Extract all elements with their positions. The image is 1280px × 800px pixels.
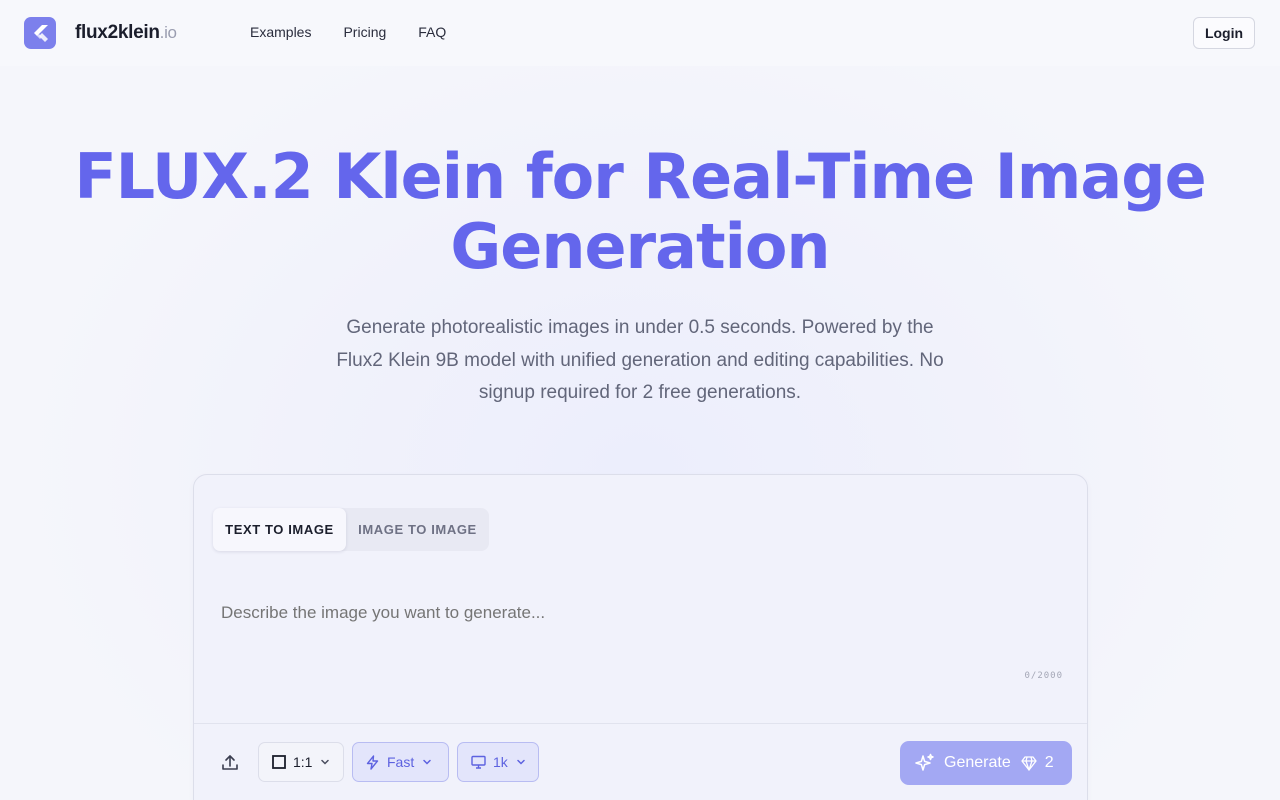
char-counter: 0/2000 [1024,671,1063,681]
generate-button[interactable]: Generate 2 [900,741,1072,785]
nav-link-examples[interactable]: Examples [250,24,311,40]
nav-link-faq[interactable]: FAQ [418,24,446,40]
prompt-input[interactable] [221,603,1061,623]
hero-title-line-1: FLUX.2 Klein for Real-Time Image [74,140,1206,213]
sparkles-icon [915,753,935,773]
logo-suffix: .io [159,23,177,42]
main-nav: Examples Pricing FAQ [250,24,478,40]
upload-icon[interactable] [218,751,242,775]
monitor-icon [471,755,486,769]
speed-select[interactable]: Fast [352,742,449,782]
generator-card: TEXT TO IMAGE IMAGE TO IMAGE 0/2000 1:1 … [193,474,1088,800]
generate-label: Generate [944,754,1011,771]
hero-subtitle-line-1: Generate photorealistic images in under … [346,317,934,338]
hero-subtitle-line-2: Flux2 Klein 9B model with unified genera… [336,349,944,371]
chevron-down-icon [320,757,330,767]
lightning-icon [365,754,380,770]
tab-image-to-image[interactable]: IMAGE TO IMAGE [346,508,489,551]
logo-text: flux2klein.io [75,22,177,44]
tab-text-to-image[interactable]: TEXT TO IMAGE [213,508,346,551]
hero-subtitle: Generate photorealistic images in under … [300,312,980,410]
resolution-value: 1k [493,754,508,770]
generate-cost: 2 [1044,754,1054,771]
top-navbar: flux2klein.io Examples Pricing FAQ Login [0,0,1280,66]
brand-logo[interactable]: flux2klein.io [24,17,177,49]
aspect-ratio-value: 1:1 [293,754,313,770]
aspect-ratio-select[interactable]: 1:1 [258,742,344,782]
gem-icon [1021,755,1037,771]
login-button[interactable]: Login [1193,17,1255,49]
resolution-select[interactable]: 1k [457,742,539,782]
hero-title-line-2: Generation [450,210,830,283]
hero-subtitle-line-3: signup required for 2 free generations. [478,382,802,403]
chevron-down-icon [516,757,526,767]
chevron-down-icon [422,757,432,767]
card-divider [194,723,1087,724]
hero-title: FLUX.2 Klein for Real-Time Image Generat… [0,142,1280,282]
nav-link-pricing[interactable]: Pricing [343,24,386,40]
logo-wordmark: flux2klein [75,22,160,43]
speed-value: Fast [387,754,415,770]
square-icon [272,755,286,769]
mode-tabs: TEXT TO IMAGE IMAGE TO IMAGE [213,508,489,551]
logo-icon [24,17,56,49]
